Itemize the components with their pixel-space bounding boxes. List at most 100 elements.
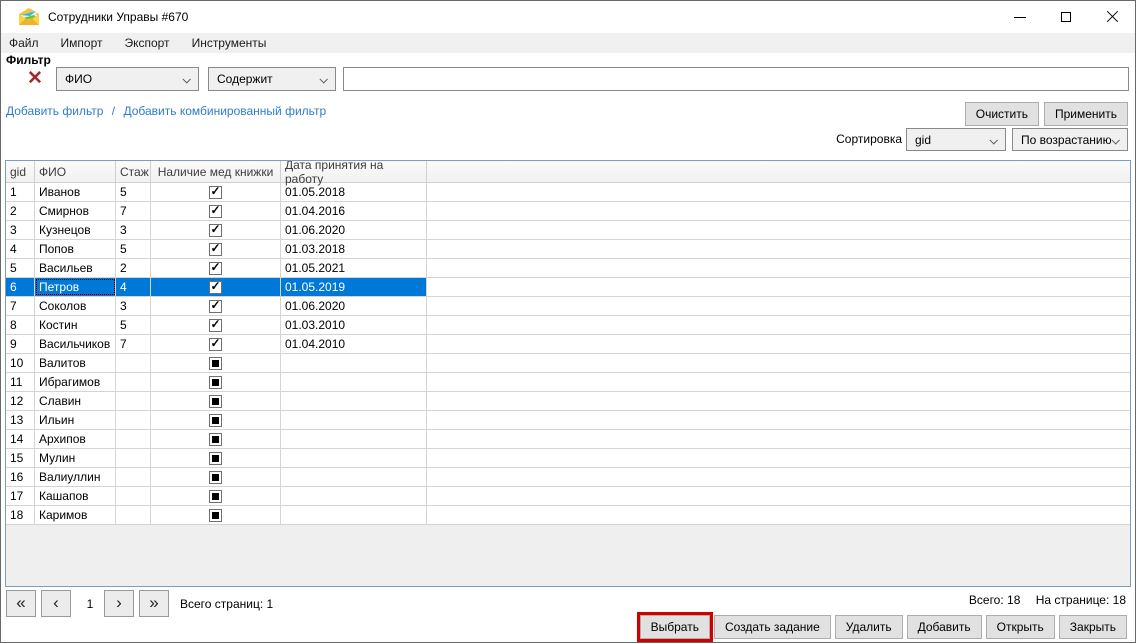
cell-gid[interactable]: 17 xyxy=(6,487,35,505)
cell-date[interactable]: 01.05.2021 xyxy=(281,259,427,277)
cell-date[interactable] xyxy=(281,487,427,505)
cell-med-checkbox[interactable] xyxy=(151,354,281,372)
cell-fio[interactable]: Славин xyxy=(35,392,116,410)
cell-gid[interactable]: 6 xyxy=(6,278,35,296)
table-row[interactable]: 7Соколов3✓01.06.2020 xyxy=(6,297,1130,316)
table-row[interactable]: 17Кашапов xyxy=(6,487,1130,506)
cell-date[interactable]: 01.03.2018 xyxy=(281,240,427,258)
cell-med-checkbox[interactable]: ✓ xyxy=(151,259,281,277)
column-header-date[interactable]: Дата принятия на работу xyxy=(281,161,427,182)
cell-gid[interactable]: 4 xyxy=(6,240,35,258)
cell-med-checkbox[interactable] xyxy=(151,392,281,410)
cell-staj[interactable] xyxy=(116,411,151,429)
clear-button[interactable]: Очистить xyxy=(965,102,1039,126)
cell-med-checkbox[interactable] xyxy=(151,449,281,467)
maximize-button[interactable] xyxy=(1043,1,1089,33)
cell-med-checkbox[interactable]: ✓ xyxy=(151,335,281,353)
cell-date[interactable]: 01.03.2010 xyxy=(281,316,427,334)
cell-med-checkbox[interactable] xyxy=(151,430,281,448)
table-row[interactable]: 1Иванов5 ✓ 01.05.2018 xyxy=(6,183,1130,202)
cell-date[interactable]: 01.05.2018 xyxy=(281,183,427,201)
menu-file[interactable]: Файл xyxy=(1,34,50,52)
cell-fio[interactable]: Васильчиков xyxy=(35,335,116,353)
cell-gid[interactable]: 8 xyxy=(6,316,35,334)
cell-med-checkbox[interactable]: ✓ xyxy=(151,316,281,334)
table-row[interactable]: 18Каримов xyxy=(6,506,1130,525)
add-button[interactable]: Добавить xyxy=(907,615,982,639)
cell-gid[interactable]: 9 xyxy=(6,335,35,353)
cell-med-checkbox[interactable] xyxy=(151,487,281,505)
cell-med-checkbox[interactable]: ✓ xyxy=(151,183,281,201)
cell-fio[interactable]: Мулин xyxy=(35,449,116,467)
filter-operator-select[interactable]: Содержит xyxy=(208,67,336,91)
checkbox-checked-icon[interactable]: ✓ xyxy=(209,300,222,313)
cell-fio[interactable]: Попов xyxy=(35,240,116,258)
cell-gid[interactable]: 15 xyxy=(6,449,35,467)
table-row[interactable]: 2Смирнов7✓01.04.2016 xyxy=(6,202,1130,221)
apply-button[interactable]: Применить xyxy=(1044,102,1128,126)
column-header-staj[interactable]: Стаж xyxy=(116,161,151,182)
add-combined-filter-link[interactable]: Добавить комбинированный фильтр xyxy=(123,104,326,118)
cell-date[interactable] xyxy=(281,354,427,372)
cell-fio[interactable]: Каримов xyxy=(35,506,116,524)
column-header-med[interactable]: Наличие мед книжки xyxy=(151,161,281,182)
table-row[interactable]: 11Ибрагимов xyxy=(6,373,1130,392)
menu-tools[interactable]: Инструменты xyxy=(181,34,278,52)
cell-gid[interactable]: 5 xyxy=(6,259,35,277)
cell-staj[interactable]: 7 xyxy=(116,202,151,220)
cell-gid[interactable]: 2 xyxy=(6,202,35,220)
cell-med-checkbox[interactable]: ✓ xyxy=(151,202,281,220)
checkbox-checked-icon[interactable]: ✓ xyxy=(209,262,222,275)
cell-fio[interactable]: Валитов xyxy=(35,354,116,372)
cell-date[interactable]: 01.04.2016 xyxy=(281,202,427,220)
checkbox-checked-icon[interactable]: ✓ xyxy=(209,224,222,237)
cell-fio[interactable]: Васильев xyxy=(35,259,116,277)
cell-fio[interactable]: Архипов xyxy=(35,430,116,448)
table-row[interactable]: 10Валитов xyxy=(6,354,1130,373)
cell-date[interactable]: 01.04.2010 xyxy=(281,335,427,353)
cell-date[interactable] xyxy=(281,506,427,524)
table-row[interactable]: 9Васильчиков7✓01.04.2010 xyxy=(6,335,1130,354)
cell-staj[interactable] xyxy=(116,392,151,410)
cell-date[interactable] xyxy=(281,468,427,486)
cell-date[interactable] xyxy=(281,392,427,410)
cell-staj[interactable] xyxy=(116,373,151,391)
cell-date[interactable]: 01.05.2019 xyxy=(281,278,427,296)
cell-date[interactable] xyxy=(281,430,427,448)
table-row[interactable]: 4Попов5✓01.03.2018 xyxy=(6,240,1130,259)
cell-gid[interactable]: 10 xyxy=(6,354,35,372)
cell-gid[interactable]: 12 xyxy=(6,392,35,410)
table-row[interactable]: 6Петров4✓01.05.2019 xyxy=(6,278,1130,297)
cell-fio[interactable]: Костин xyxy=(35,316,116,334)
checkbox-checked-icon[interactable]: ✓ xyxy=(209,281,222,294)
cell-gid[interactable]: 13 xyxy=(6,411,35,429)
delete-button[interactable]: Удалить xyxy=(835,615,903,639)
cell-staj[interactable]: 5 xyxy=(116,240,151,258)
cell-med-checkbox[interactable] xyxy=(151,506,281,524)
checkbox-indeterminate-icon[interactable] xyxy=(209,471,222,484)
cell-fio[interactable]: Кашапов xyxy=(35,487,116,505)
table-row[interactable]: 13Ильин xyxy=(6,411,1130,430)
checkbox-indeterminate-icon[interactable] xyxy=(209,376,222,389)
cell-fio[interactable]: Ильин xyxy=(35,411,116,429)
add-filter-link[interactable]: Добавить фильтр xyxy=(6,104,103,118)
cell-fio[interactable]: Валиуллин xyxy=(35,468,116,486)
cell-fio[interactable]: Петров xyxy=(35,278,116,296)
open-button[interactable]: Открыть xyxy=(986,615,1055,639)
cell-staj[interactable]: 5 xyxy=(116,183,151,201)
column-header-fio[interactable]: ФИО xyxy=(35,161,116,182)
table-row[interactable]: 14Архипов xyxy=(6,430,1130,449)
checkbox-indeterminate-icon[interactable] xyxy=(209,452,222,465)
cell-date[interactable]: 01.06.2020 xyxy=(281,221,427,239)
cell-gid[interactable]: 11 xyxy=(6,373,35,391)
checkbox-checked-icon[interactable]: ✓ xyxy=(209,186,222,199)
filter-field-select[interactable]: ФИО xyxy=(56,67,199,91)
cell-gid[interactable]: 1 xyxy=(6,183,35,201)
column-header-gid[interactable]: gid xyxy=(6,161,35,182)
cell-staj[interactable] xyxy=(116,354,151,372)
table-row[interactable]: 12Славин xyxy=(6,392,1130,411)
cell-fio[interactable]: Иванов xyxy=(35,183,116,201)
cell-staj[interactable]: 5 xyxy=(116,316,151,334)
cell-date[interactable]: 01.06.2020 xyxy=(281,297,427,315)
cell-date[interactable] xyxy=(281,449,427,467)
